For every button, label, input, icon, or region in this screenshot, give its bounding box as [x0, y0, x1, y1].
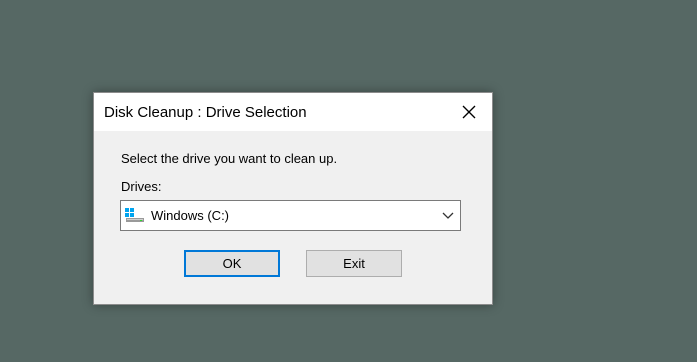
exit-button[interactable]: Exit: [306, 250, 402, 277]
close-button[interactable]: [446, 93, 492, 131]
drives-label: Drives:: [121, 179, 162, 194]
selected-drive: Windows (C:): [151, 208, 230, 223]
dialog-title: Disk Cleanup : Drive Selection: [104, 104, 307, 121]
hard-drive-icon: [125, 208, 144, 222]
dialog-titlebar: Disk Cleanup : Drive Selection: [94, 93, 492, 131]
ok-button[interactable]: OK: [184, 250, 280, 277]
drive-selection-dialog: Disk Cleanup : Drive Selection Select th…: [93, 92, 493, 305]
instruction-text: Select the drive you want to clean up.: [121, 151, 338, 166]
close-icon: [462, 105, 476, 119]
dialog-body: Select the drive you want to clean up. D…: [94, 131, 492, 304]
drive-dropdown[interactable]: Windows (C:): [120, 200, 461, 231]
chevron-down-icon: [442, 212, 454, 219]
desktop-background: Disk Cleanup : Drive Selection Select th…: [0, 0, 697, 362]
